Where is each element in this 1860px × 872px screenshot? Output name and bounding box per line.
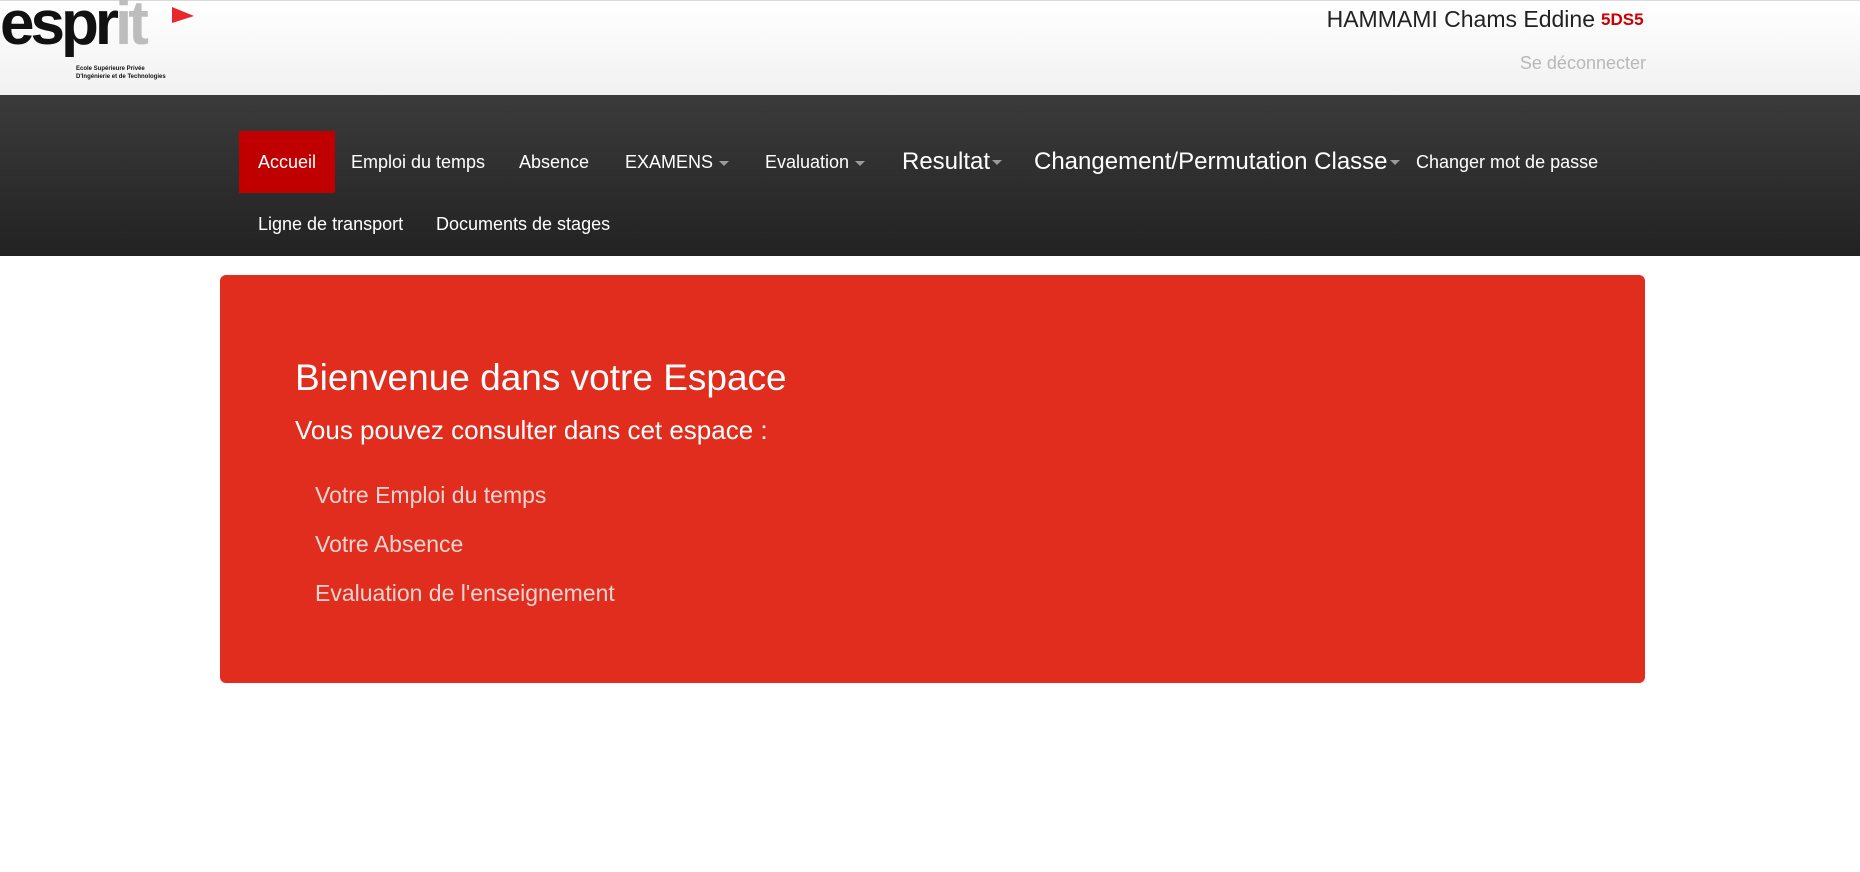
- feature-link-absence[interactable]: Votre Absence: [315, 531, 463, 558]
- logout-link[interactable]: Se déconnecter: [1520, 53, 1646, 74]
- main-navbar: Accueil Emploi du temps Absence EXAMENS …: [0, 95, 1860, 256]
- nav-item-ligne-de-transport[interactable]: Ligne de transport: [239, 193, 422, 255]
- welcome-subtitle: Vous pouvez consulter dans cet espace :: [295, 415, 768, 445]
- chevron-down-icon: [719, 160, 730, 166]
- feature-link-emploi-du-temps[interactable]: Votre Emploi du temps: [315, 482, 546, 509]
- feature-link-evaluation[interactable]: Evaluation de l'enseignement: [315, 580, 615, 607]
- nav-item-examens[interactable]: EXAMENS: [606, 131, 748, 193]
- nav-item-changer-mot-de-passe[interactable]: Changer mot de passe: [1397, 131, 1617, 193]
- nav-item-absence[interactable]: Absence: [500, 131, 608, 193]
- logo-tagline: Ecole Supérieure Privée D'Ingénierie et …: [76, 66, 166, 80]
- nav-item-changement-permutation[interactable]: Changement/Permutation Classe: [1015, 131, 1419, 193]
- header: esprit Ecole Supérieure Privée D'Ingénie…: [0, 0, 1860, 96]
- esprit-logo[interactable]: esprit Ecole Supérieure Privée D'Ingénie…: [0, 0, 200, 87]
- chevron-down-icon: [992, 160, 1003, 166]
- welcome-title: Bienvenue dans votre Espace: [295, 357, 787, 398]
- logo-wordmark: esprit: [0, 0, 149, 58]
- user-name: HAMMAMI Chams Eddine: [1326, 6, 1595, 32]
- user-class-badge: 5DS5: [1601, 10, 1644, 29]
- welcome-panel: Bienvenue dans votre Espace Vous pouvez …: [220, 275, 1645, 683]
- chevron-down-icon: [855, 160, 866, 166]
- nav-item-evaluation[interactable]: Evaluation: [746, 131, 884, 193]
- nav-item-emploi-du-temps[interactable]: Emploi du temps: [332, 131, 504, 193]
- nav-item-resultat[interactable]: Resultat: [883, 131, 1021, 193]
- nav-item-documents-de-stages[interactable]: Documents de stages: [417, 193, 629, 255]
- nav-item-accueil[interactable]: Accueil: [239, 131, 336, 193]
- logo-flag-icon: [172, 7, 194, 23]
